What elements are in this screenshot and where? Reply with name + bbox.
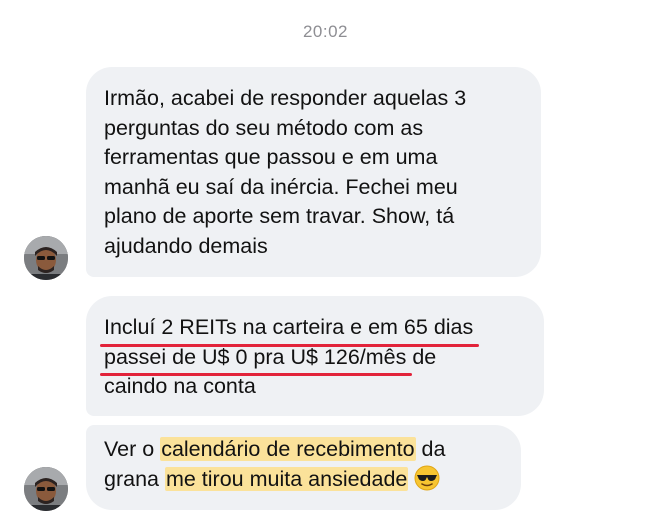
message-bubble-3[interactable]: Ver o calendário de recebimento da grana…: [86, 425, 521, 510]
message-line: Incluí 2 REITs na carteira e em 65 dias: [99, 313, 524, 346]
sunglasses-emoji-icon: [414, 465, 440, 500]
message-line: passei de U$ 0 pra U$ 126/mês de: [99, 343, 524, 376]
highlighted-text: calendário de recebimento: [160, 437, 416, 461]
message-line: grana me tirou muita ansiedade: [104, 465, 503, 500]
message-bubble-2[interactable]: Incluí 2 REITs na carteira e em 65 dias …: [86, 296, 544, 416]
message-text: grana: [104, 466, 165, 491]
message-line: ajudando demais: [104, 233, 268, 258]
avatar-photo-icon: [24, 236, 68, 280]
message-line: Irmão, acabei de responder aquelas 3: [104, 86, 467, 110]
sender-avatar[interactable]: [24, 236, 68, 280]
message-line: plano de aporte sem travar. Show, tá: [104, 204, 455, 228]
message-line: caindo na conta: [104, 374, 256, 398]
message-line: manhã eu saí da inércia. Fechei meu: [104, 174, 458, 199]
underlined-text: Incluí 2 REITs na carteira e em 65 dias: [99, 313, 480, 346]
message-line: perguntas do seu método com as: [104, 115, 424, 140]
message-bubble-1[interactable]: Irmão, acabei de responder aquelas 3 per…: [86, 67, 541, 277]
sender-avatar[interactable]: [24, 467, 68, 511]
underlined-text: passei de U$ 0 pra U$ 126/mês: [99, 343, 413, 376]
message-line: Ver o calendário de recebimento da: [104, 435, 503, 465]
message-timestamp: 20:02: [302, 22, 349, 41]
message-text: da: [415, 437, 446, 461]
message-line: ferramentas que passou e em uma: [104, 145, 438, 169]
highlighted-text: me tirou muita ansiedade: [164, 466, 409, 491]
avatar-photo-icon: [24, 467, 68, 511]
message-text: Ver o: [104, 437, 161, 461]
message-text: de: [406, 344, 437, 369]
